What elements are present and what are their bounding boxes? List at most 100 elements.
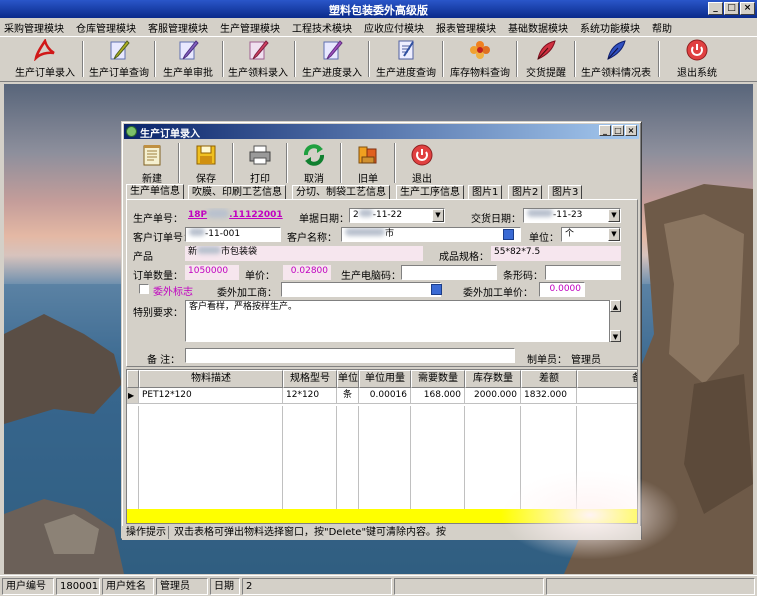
exit-button[interactable]: 退出 [398, 141, 446, 185]
customer-order-input[interactable]: -11-001 [185, 227, 281, 242]
books-icon [358, 146, 377, 164]
cell-remark[interactable] [577, 388, 637, 404]
menu-production[interactable]: 生产管理模块 [220, 20, 280, 35]
toolbar-production-order-query[interactable]: 生产订单查询 [88, 39, 150, 81]
delivery-date-picker[interactable]: -11-23 ▼ [523, 208, 621, 223]
date-label: 日期 [210, 578, 240, 595]
toolbar-material-issue-entry[interactable]: 生产领料录入 [226, 39, 290, 81]
toolbar-exit-system[interactable]: 退出系统 [670, 39, 724, 81]
cell-unit-usage[interactable]: 0.00016 [359, 388, 411, 404]
tab-picture-1[interactable]: 图片1 [468, 185, 503, 199]
menu-purchase[interactable]: 采购管理模块 [4, 20, 64, 35]
barcode-input[interactable] [545, 265, 621, 280]
menu-engineering[interactable]: 工程技术模块 [292, 20, 352, 35]
cell-spec[interactable]: 12*120 [283, 388, 337, 404]
creator-value: 管理员 [571, 355, 601, 366]
special-requirements-scrollbar[interactable]: ▲ ▼ [609, 300, 621, 342]
toolbar-separator [516, 41, 518, 77]
menu-warehouse[interactable]: 仓库管理模块 [76, 20, 136, 35]
customer-lookup-icon[interactable] [503, 229, 514, 240]
spec-input[interactable]: 55*82*7.5 [491, 246, 621, 261]
plate-code-input[interactable] [401, 265, 497, 280]
menu-reports[interactable]: 报表管理模块 [436, 20, 496, 35]
dialog-minimize-button[interactable]: _ [599, 125, 611, 136]
printer-icon [249, 145, 271, 165]
column-header[interactable]: 单位用量 [359, 370, 411, 388]
save-button[interactable]: 保存 [182, 141, 230, 185]
toolbar-separator [658, 41, 660, 77]
doc-date-picker[interactable]: 2 -11-22 ▼ [349, 208, 445, 223]
toolbar-material-issue-report[interactable]: 生产领料情况表 [578, 39, 654, 81]
toolbar-production-approval[interactable]: 生产单审批 [160, 39, 216, 81]
column-header[interactable]: 库存数量 [465, 370, 521, 388]
special-requirements-textarea[interactable]: 客户看样，严格按样生产。 [185, 300, 621, 342]
column-header[interactable]: 差额 [521, 370, 577, 388]
menu-system[interactable]: 系统功能模块 [580, 20, 640, 35]
toolbar-separator [442, 41, 444, 77]
scroll-up-icon[interactable]: ▲ [610, 300, 621, 312]
floppy-icon [196, 145, 216, 165]
menu-base-data[interactable]: 基础数据模块 [508, 20, 568, 35]
customer-name-input[interactable]: 市 [341, 227, 521, 242]
chevron-down-icon[interactable]: ▼ [432, 209, 444, 222]
tab-order-info[interactable]: 生产单信息 [126, 184, 184, 199]
cell-material[interactable]: PET12*120 [139, 388, 283, 404]
price-input[interactable]: 0.02800 [283, 265, 331, 280]
pen-icon [249, 40, 269, 60]
cell-required-qty[interactable]: 168.000 [411, 388, 465, 404]
tab-cutting-bagmaking[interactable]: 分切、制袋工艺信息 [292, 185, 390, 199]
menu-receivable-payable[interactable]: 应收应付模块 [364, 20, 424, 35]
outsource-vendor-input[interactable] [281, 282, 441, 297]
product-input[interactable]: 新 市包装袋 [185, 246, 423, 261]
grid-column-line [127, 406, 139, 509]
toolbar-delivery-reminder[interactable]: 交货提醒 [522, 39, 570, 81]
old-orders-button[interactable]: 旧单 [344, 141, 392, 185]
column-header[interactable]: 物料描述 [139, 370, 283, 388]
cell-unit[interactable]: 条 [337, 388, 359, 404]
toolbar-production-order-entry[interactable]: 生产订单录入 [12, 39, 78, 81]
menu-customer-service[interactable]: 客服管理模块 [148, 20, 208, 35]
column-header[interactable]: 需要数量 [411, 370, 465, 388]
power-icon [686, 39, 708, 61]
column-header[interactable]: 备 [577, 370, 637, 388]
grid-column-line [411, 406, 465, 509]
chevron-down-icon[interactable]: ▼ [608, 209, 620, 222]
refresh-icon [304, 144, 324, 166]
toolbar-progress-entry[interactable]: 生产进度录入 [300, 39, 364, 81]
tab-process-info[interactable]: 生产工序信息 [396, 185, 464, 199]
outsource-checkbox[interactable] [139, 284, 149, 294]
column-header[interactable]: 规格型号 [283, 370, 337, 388]
maximize-button[interactable]: □ [724, 2, 739, 15]
cell-stock-qty[interactable]: 2000.000 [465, 388, 521, 404]
scroll-down-icon[interactable]: ▼ [610, 330, 621, 342]
toolbar-separator [340, 143, 342, 183]
print-button[interactable]: 打印 [236, 141, 284, 185]
redaction-blur [207, 209, 230, 218]
vendor-lookup-icon[interactable] [431, 284, 442, 295]
main-title-bar: 塑料包装委外高级版 _ □ × [0, 0, 757, 18]
menu-help[interactable]: 帮助 [652, 20, 672, 35]
column-header[interactable]: 单位 [337, 370, 359, 388]
pen-icon [323, 40, 343, 60]
toolbar-separator [178, 143, 180, 183]
chevron-down-icon[interactable]: ▼ [608, 228, 620, 241]
close-button[interactable]: × [740, 2, 755, 15]
toolbar-inventory-query[interactable]: 库存物料查询 [448, 39, 512, 81]
tab-blowing-printing[interactable]: 吹膜、印刷工艺信息 [188, 185, 286, 199]
unit-select[interactable]: 个 ▼ [561, 227, 621, 242]
quantity-input[interactable]: 1050000 [185, 265, 239, 280]
new-button[interactable]: 新建 [128, 141, 176, 185]
toolbar-progress-query[interactable]: 生产进度查询 [374, 39, 438, 81]
tab-picture-2[interactable]: 图片2 [508, 185, 543, 199]
minimize-button[interactable]: _ [708, 2, 723, 15]
quill-icon [537, 40, 556, 60]
dialog-maximize-button[interactable]: □ [612, 125, 624, 136]
cell-difference[interactable]: 1832.000 [521, 388, 577, 404]
creator-label: 制单员： [527, 355, 567, 366]
toolbar-separator [574, 41, 576, 77]
cancel-button[interactable]: 取消 [290, 141, 338, 185]
tab-picture-3[interactable]: 图片3 [548, 185, 583, 199]
dialog-close-button[interactable]: × [625, 125, 637, 136]
remark-input[interactable] [185, 348, 515, 363]
outsource-price-input[interactable]: 0.0000 [539, 282, 585, 297]
